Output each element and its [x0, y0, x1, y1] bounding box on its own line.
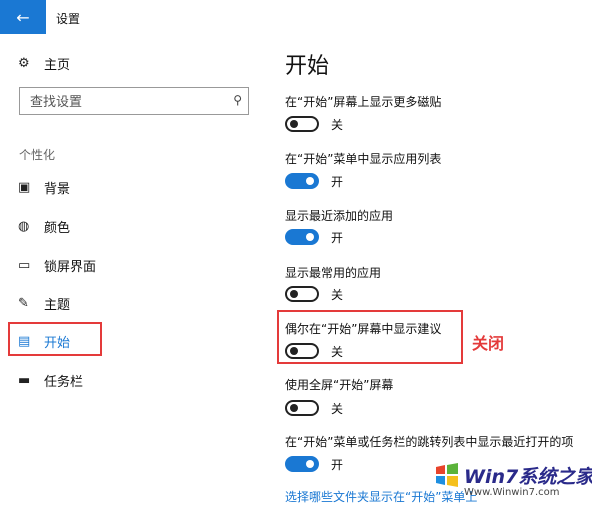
- main-panel: 开始 在“开始”屏幕上显示更多磁贴 关 在“开始”菜单中显示应用列表 开 显示最…: [265, 34, 592, 504]
- search-icon[interactable]: ⚲: [233, 93, 242, 107]
- toggle-knob: [306, 460, 314, 468]
- sidebar-item-label: 任务栏: [44, 375, 84, 390]
- sidebar-item-label: 主页: [44, 58, 71, 73]
- toggle-recent-items[interactable]: [285, 456, 319, 472]
- gear-icon: ⚙: [18, 56, 30, 71]
- setting-label: 使用全屏“开始”屏幕: [285, 378, 394, 392]
- toggle-knob: [290, 120, 298, 128]
- setting-label: 在“开始”菜单中显示应用列表: [285, 152, 442, 166]
- sidebar-item-background[interactable]: ▣ 背景: [18, 178, 70, 197]
- setting-label: 显示最常用的应用: [285, 266, 382, 280]
- sidebar-item-taskbar[interactable]: ▬ 任务栏: [18, 371, 83, 390]
- toggle-state: 关: [331, 402, 344, 416]
- sidebar-item-label: 颜色: [44, 221, 71, 236]
- annotation-box-suggestions: [277, 310, 463, 364]
- toggle-recently-added[interactable]: [285, 229, 319, 245]
- back-arrow-icon: ←: [16, 7, 30, 27]
- annotation-label: 关闭: [472, 334, 505, 353]
- watermark-url: Www.Winwin7.com: [464, 487, 560, 498]
- sidebar-item-lock-screen[interactable]: ▭ 锁屏界面: [18, 256, 96, 275]
- sidebar-item-label: 背景: [44, 182, 71, 197]
- annotation-box-start: [8, 322, 102, 356]
- toggle-state: 开: [331, 458, 344, 472]
- toggle-more-tiles[interactable]: [285, 116, 319, 132]
- toggle-state: 关: [331, 118, 344, 132]
- window-title: 设置: [56, 12, 81, 26]
- lock-screen-icon: ▭: [18, 258, 31, 273]
- section-label: 个性化: [19, 148, 56, 162]
- sidebar-item-home[interactable]: ⚙ 主页: [18, 54, 70, 73]
- setting-label: 在“开始”屏幕上显示更多磁贴: [285, 95, 442, 109]
- image-icon: ▣: [18, 180, 31, 195]
- title-bar: ← 设置: [0, 0, 592, 34]
- watermark: Win7系统之家 Www.Winwin7.com: [420, 456, 592, 504]
- back-button[interactable]: ←: [0, 0, 46, 34]
- search-input[interactable]: [28, 89, 222, 115]
- sidebar: ⚙ 主页 ⚲ 个性化 ▣ 背景 ◍ 颜色 ▭ 锁屏界面 ✎ 主题 ▤ 开始 ▬ …: [0, 34, 265, 504]
- toggle-app-list[interactable]: [285, 173, 319, 189]
- taskbar-icon: ▬: [18, 373, 31, 388]
- toggle-knob: [306, 233, 314, 241]
- setting-label: 在“开始”菜单或任务栏的跳转列表中显示最近打开的项: [285, 435, 574, 449]
- brush-icon: ✎: [18, 296, 29, 311]
- palette-icon: ◍: [18, 219, 30, 234]
- sidebar-item-label: 锁屏界面: [44, 260, 97, 275]
- toggle-fullscreen-start[interactable]: [285, 400, 319, 416]
- sidebar-item-colors[interactable]: ◍ 颜色: [18, 217, 70, 236]
- sidebar-item-themes[interactable]: ✎ 主题: [18, 294, 70, 313]
- toggle-state: 开: [331, 175, 344, 189]
- setting-label: 显示最近添加的应用: [285, 209, 394, 223]
- toggle-knob: [290, 290, 298, 298]
- toggle-most-used[interactable]: [285, 286, 319, 302]
- windows-logo-icon: [436, 463, 458, 487]
- toggle-state: 关: [331, 288, 344, 302]
- watermark-brand: Win7系统之家: [464, 466, 592, 488]
- sidebar-item-label: 主题: [44, 298, 71, 313]
- toggle-state: 开: [331, 231, 344, 245]
- toggle-knob: [306, 177, 314, 185]
- toggle-knob: [290, 404, 298, 412]
- page-title: 开始: [285, 54, 330, 79]
- search-box[interactable]: ⚲: [19, 87, 249, 115]
